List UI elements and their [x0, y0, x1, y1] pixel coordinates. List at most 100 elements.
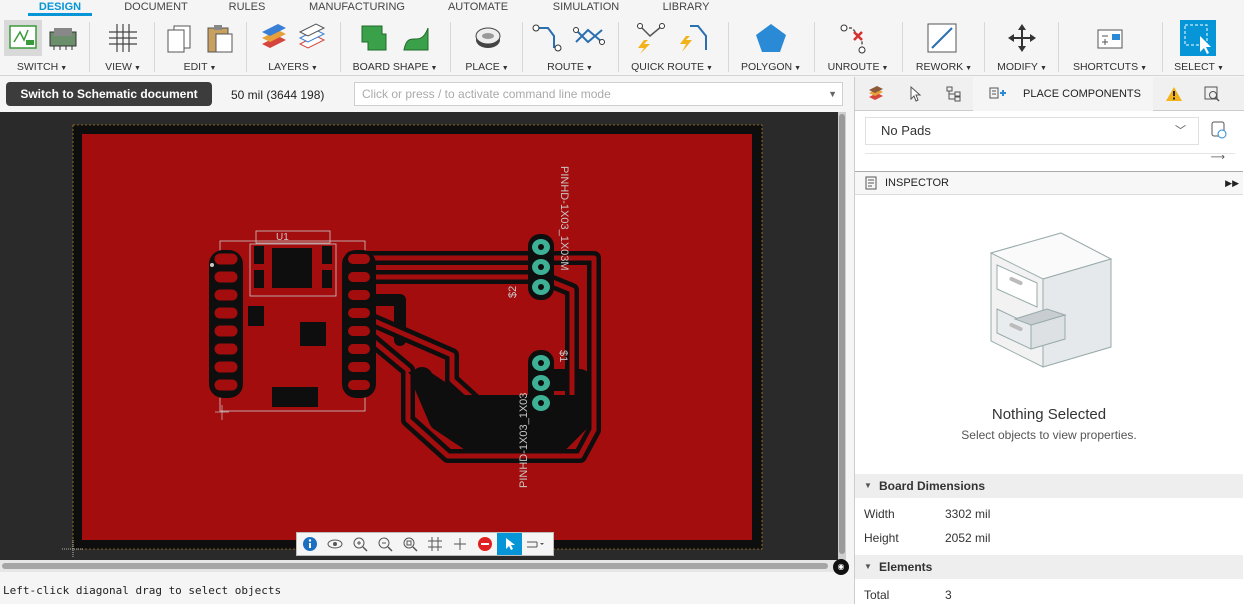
- warning-icon: [1166, 87, 1182, 101]
- ribbon-tabs: DESIGN DOCUMENT RULES MANUFACTURING AUTO…: [0, 0, 1244, 18]
- switch-group[interactable]: SWITCH ▼: [0, 18, 84, 76]
- place-label: PLACE: [465, 61, 500, 73]
- command-bar: Switch to Schematic document 50 mil (364…: [0, 77, 854, 111]
- inspect-icon: [1204, 86, 1220, 102]
- quick-route-group[interactable]: QUICK ROUTE ▼: [624, 18, 720, 76]
- route-group[interactable]: ROUTE ▼: [528, 18, 612, 76]
- polygon-group[interactable]: POLYGON ▼: [734, 18, 808, 76]
- chevron-down-icon[interactable]: ▼: [828, 83, 837, 105]
- quick-route-icon: [637, 23, 665, 54]
- zoom-fit-icon[interactable]: [397, 533, 422, 555]
- inspector-title: INSPECTOR: [885, 177, 949, 189]
- stop-icon[interactable]: [472, 533, 497, 555]
- tab-document[interactable]: DOCUMENT: [120, 0, 192, 13]
- modify-group[interactable]: MODIFY ▼: [990, 18, 1054, 76]
- command-line-input[interactable]: Click or press / to activate command lin…: [354, 82, 843, 106]
- total-label: Total: [864, 588, 890, 602]
- elements-header[interactable]: ▼ Elements: [855, 555, 1243, 579]
- expand-icon[interactable]: ▶▶: [1225, 172, 1239, 194]
- horizontal-scroll-thumb[interactable]: [2, 563, 828, 569]
- u1-label: U1: [276, 232, 289, 243]
- unroute-label: UNROUTE: [827, 61, 880, 73]
- zoom-in-icon[interactable]: [347, 533, 372, 555]
- tab-rules[interactable]: RULES: [222, 0, 272, 13]
- board-dimensions-header[interactable]: ▼ Board Dimensions: [855, 474, 1243, 498]
- place-group[interactable]: PLACE ▼: [456, 18, 518, 76]
- modify-label: MODIFY: [997, 61, 1038, 73]
- place-components-label: PLACE COMPONENTS: [1023, 88, 1141, 100]
- library-list-strip[interactable]: ⟶: [865, 152, 1235, 165]
- board-width-row: Width 3302 mil: [855, 502, 1243, 526]
- pad-filter-select[interactable]: No Pads ﹀: [865, 117, 1199, 145]
- tab-layers[interactable]: [855, 77, 897, 111]
- cursor-coordinates: 50 mil (3644 198): [231, 88, 325, 102]
- width-label: Width: [864, 507, 895, 521]
- shortcuts-group[interactable]: SHORTCUTS ▼: [1064, 18, 1156, 76]
- pcb-board[interactable]: U1 PINHD-1X03_1X03M $2 PINHD-1X03_1X03 $…: [0, 112, 838, 560]
- move-icon: [1008, 24, 1036, 52]
- tab-design[interactable]: DESIGN: [28, 0, 92, 16]
- copy-icon: [167, 25, 191, 53]
- arrow-right-icon[interactable]: ⟶: [1211, 152, 1225, 163]
- visibility-toggle-icon[interactable]: ◉: [833, 559, 849, 575]
- view-group[interactable]: VIEW ▼: [95, 18, 151, 76]
- route-label: ROUTE: [547, 61, 584, 73]
- edit-group[interactable]: EDIT ▼: [160, 18, 240, 76]
- tab-inspect[interactable]: [1193, 77, 1231, 111]
- grid-icon[interactable]: [422, 533, 447, 555]
- library-settings-icon[interactable]: [1211, 121, 1227, 139]
- eye-icon[interactable]: [322, 533, 347, 555]
- elements-total-row: Total 3: [855, 583, 1243, 604]
- board-shape-group[interactable]: BOARD SHAPE ▼: [346, 18, 444, 76]
- switch-label: SWITCH: [16, 61, 59, 73]
- board-shape-label: BOARD SHAPE: [352, 61, 429, 73]
- vertical-scrollbar[interactable]: [838, 112, 846, 560]
- tab-library[interactable]: LIBRARY: [654, 0, 718, 13]
- layers-icon: [869, 86, 883, 100]
- select-label: SELECT: [1174, 61, 1215, 73]
- design-toolbar: SWITCH ▼ VIEW ▼ EDIT ▼ LAYERS ▼ BOARD SH…: [0, 18, 1244, 76]
- crosshair-icon[interactable]: [447, 533, 472, 555]
- tab-selection-filter[interactable]: [897, 77, 935, 111]
- header-1-value-label: PINHD-1X03_1X03: [518, 393, 530, 488]
- tab-manufacturing[interactable]: MANUFACTURING: [302, 0, 412, 13]
- tab-automate[interactable]: AUTOMATE: [440, 0, 516, 13]
- shortcuts-label: SHORTCUTS: [1072, 61, 1139, 73]
- tab-design-manager[interactable]: [935, 77, 973, 111]
- zoom-out-icon[interactable]: [372, 533, 397, 555]
- nothing-selected-hint: Select objects to view properties.: [961, 428, 1137, 442]
- polygon-label: POLYGON: [740, 61, 793, 73]
- layer-stack-icon: [298, 23, 326, 49]
- tab-simulation[interactable]: SIMULATION: [548, 0, 624, 13]
- info-icon[interactable]: [297, 533, 322, 555]
- board-icon: [49, 28, 77, 50]
- unroute-icon: [840, 24, 866, 54]
- tab-place-components[interactable]: PLACE COMPONENTS: [973, 77, 1153, 111]
- layers-label: LAYERS: [268, 61, 309, 73]
- tab-drc-warnings[interactable]: [1155, 77, 1193, 111]
- header-1-name-label: $1: [557, 350, 569, 362]
- inspector-header[interactable]: INSPECTOR ▶▶: [855, 171, 1243, 195]
- quick-route-single-icon: [680, 25, 707, 52]
- horizontal-scrollbar[interactable]: [0, 560, 846, 572]
- rework-group[interactable]: REWORK ▼: [908, 18, 980, 76]
- switch-to-schematic-button[interactable]: Switch to Schematic document: [6, 82, 212, 106]
- height-value: 2052 mil: [945, 531, 991, 545]
- layers-group[interactable]: LAYERS ▼: [252, 18, 334, 76]
- width-value: 3302 mil: [945, 507, 991, 521]
- board-canvas[interactable]: U1 PINHD-1X03_1X03M $2 PINHD-1X03_1X03 $…: [0, 112, 838, 560]
- paste-icon: [207, 25, 233, 53]
- right-panel: PLACE COMPONENTS No Pads ﹀ ⟶ INSPECTOR ▶…: [854, 77, 1244, 604]
- tree-icon: [946, 86, 961, 102]
- route-manual-icon: [532, 24, 562, 52]
- select-group[interactable]: SELECT ▼: [1168, 18, 1230, 76]
- select-arrow-icon[interactable]: [497, 533, 522, 555]
- elements-title: Elements: [879, 560, 933, 574]
- nothing-selected-title: Nothing Selected: [991, 406, 1107, 423]
- vertical-scroll-thumb[interactable]: [839, 114, 845, 554]
- board-curve-icon: [403, 27, 429, 51]
- grid-icon: [109, 24, 137, 52]
- shortcuts-icon: [1097, 29, 1123, 49]
- unroute-group[interactable]: UNROUTE ▼: [820, 18, 896, 76]
- route-tool-icon[interactable]: [522, 533, 547, 555]
